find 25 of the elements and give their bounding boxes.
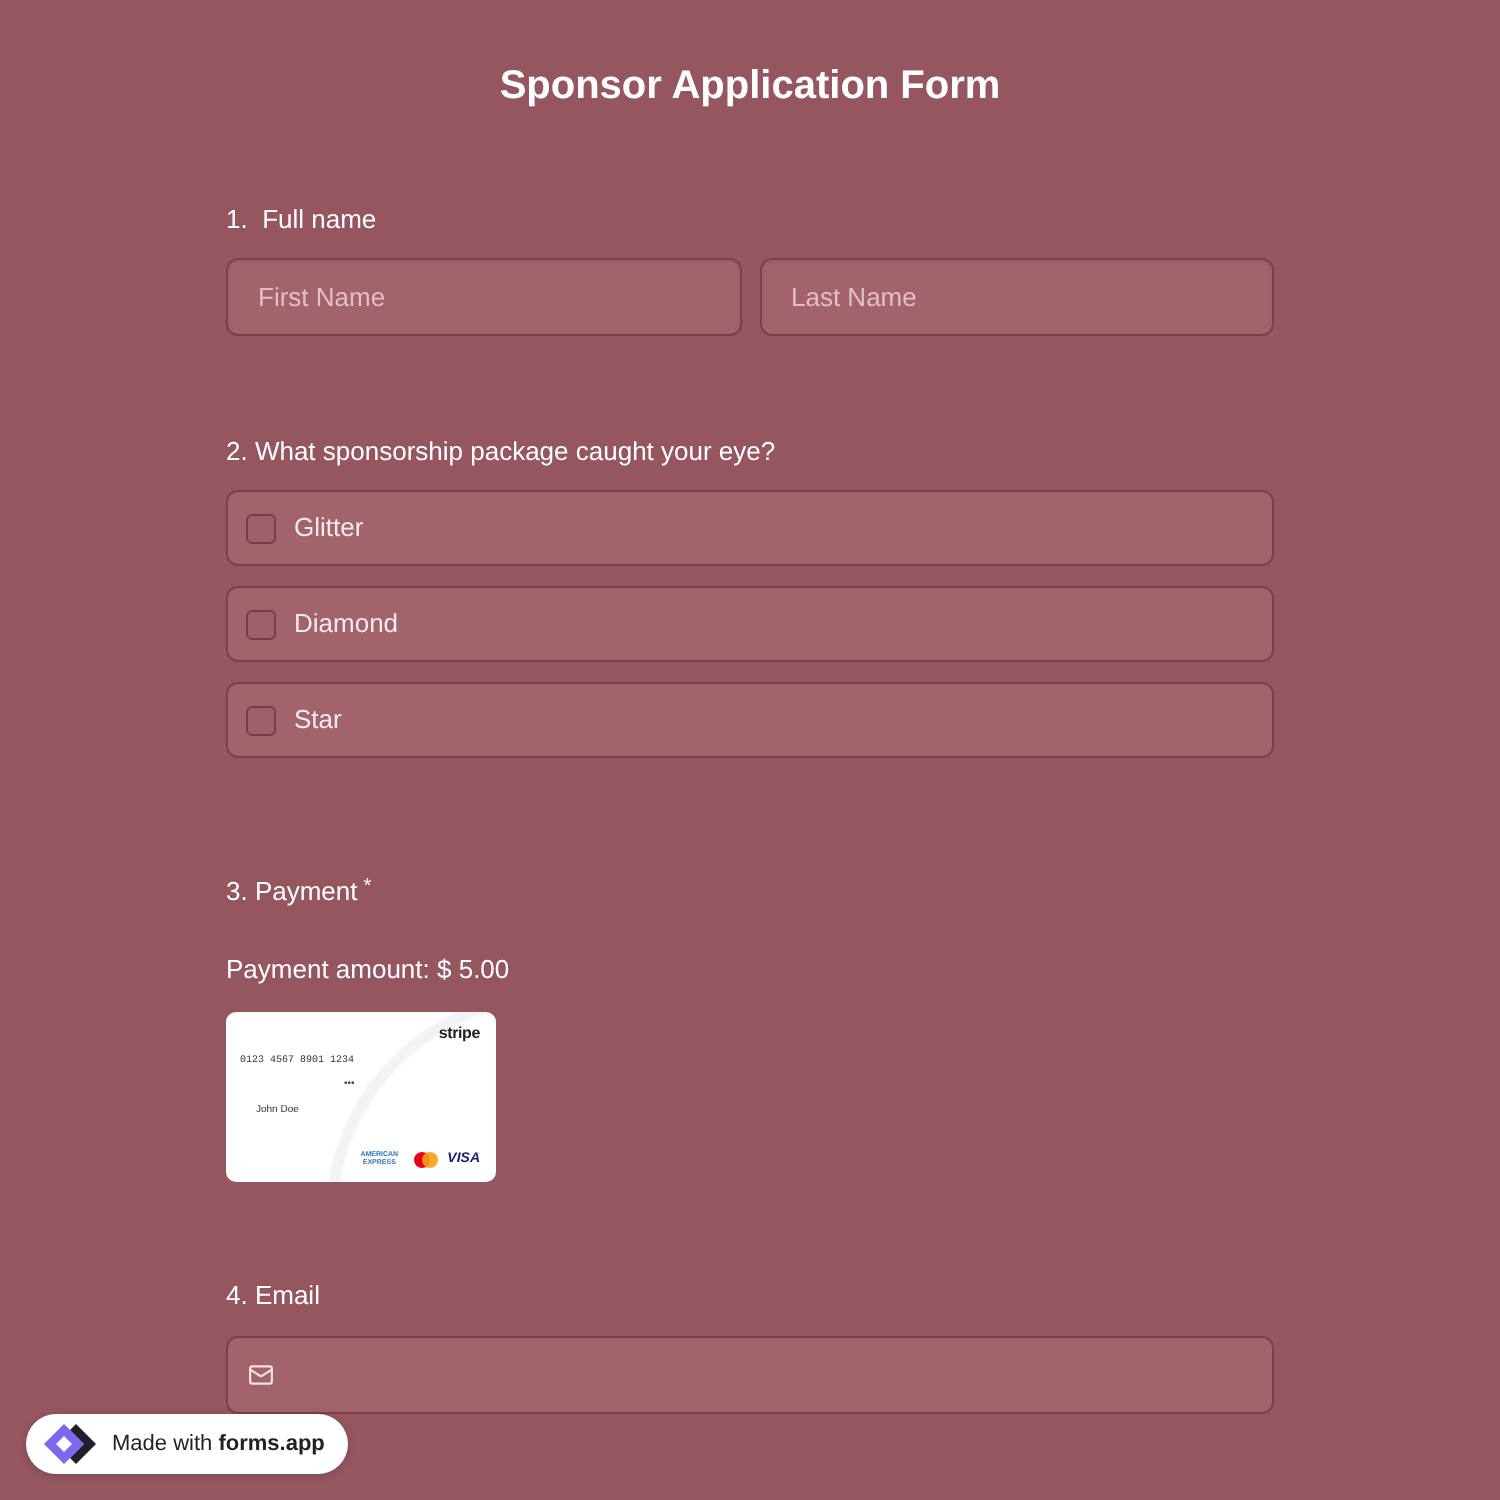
mail-icon [248, 1362, 274, 1388]
checkbox[interactable] [246, 513, 276, 543]
option-label: Star [294, 704, 342, 736]
card-brand: stripe [438, 1024, 480, 1044]
text-input-field[interactable]: Last Name [759, 258, 1274, 336]
option-label: Diamond [294, 608, 399, 640]
payment-amount: Payment amount: $ 5.00 [226, 952, 512, 988]
question-label: 1. Full name [226, 202, 377, 238]
badge-text: Made with forms.app [112, 1432, 325, 1456]
question-label: 4. Email [226, 1278, 320, 1314]
form-title: Sponsor Application Form [499, 62, 1001, 110]
checkbox-option[interactable]: Star [226, 682, 1274, 758]
circles-logo-icon [413, 1152, 438, 1168]
required-mark: * [363, 874, 372, 902]
logo-icon [40, 1420, 100, 1468]
text-input-field[interactable]: First Name [226, 258, 741, 336]
question-label: 2. What sponsorship package caught your eye? [226, 434, 776, 470]
checkbox-option[interactable]: Glitter [226, 490, 1274, 566]
option-label: Glitter [294, 512, 364, 544]
checkbox[interactable] [246, 609, 276, 639]
checkbox-option[interactable]: Diamond [226, 586, 1274, 662]
made-with-badge[interactable]: Made with forms.app [26, 1414, 349, 1474]
email-input-field[interactable] [226, 1336, 1274, 1414]
question-label: 3. Payment [226, 874, 358, 910]
checkbox[interactable] [246, 705, 276, 735]
